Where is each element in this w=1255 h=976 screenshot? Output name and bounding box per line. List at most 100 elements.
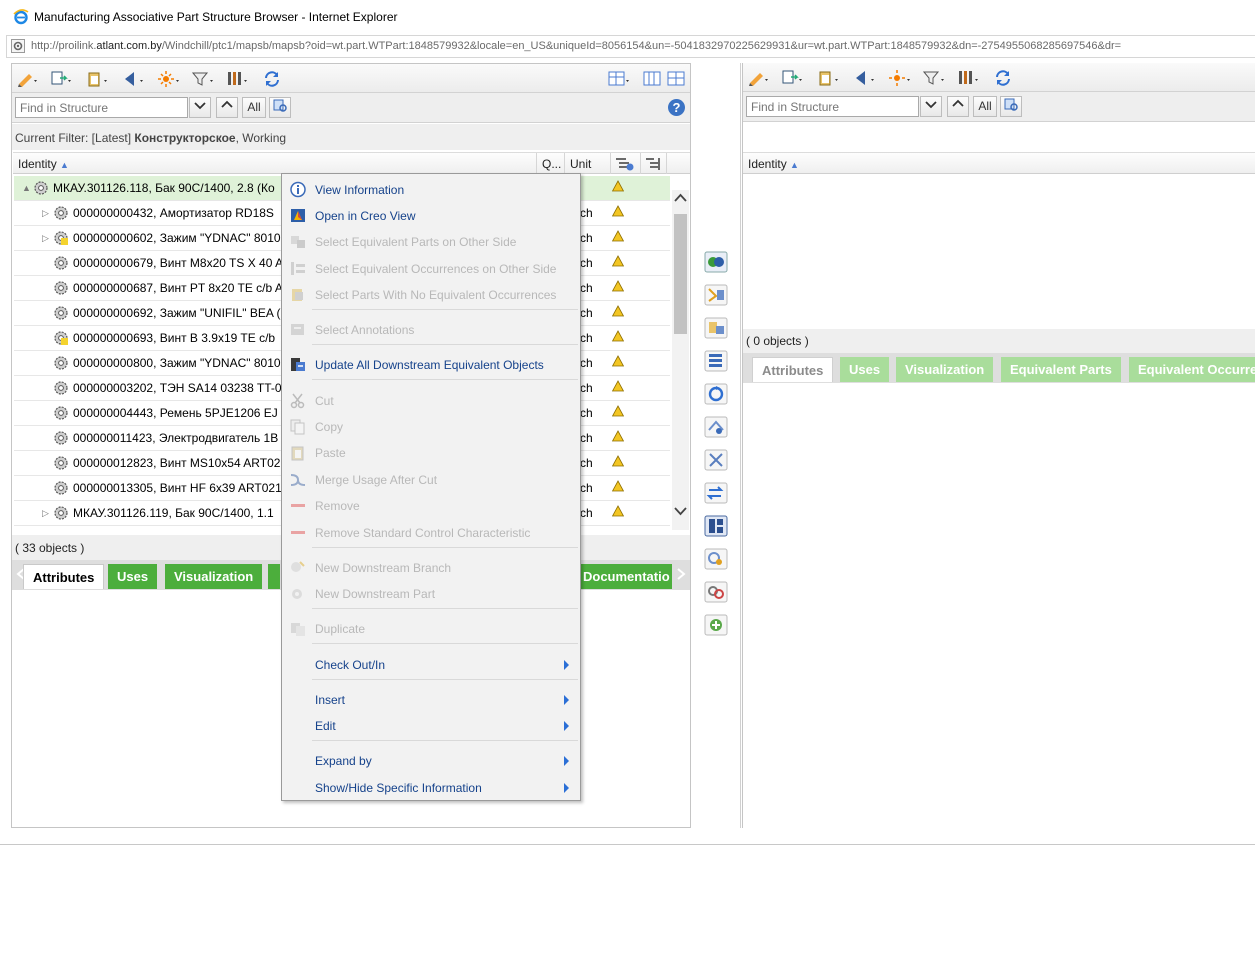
menu-new-downstream-branch[interactable]: New Downstream Branch bbox=[282, 554, 580, 580]
menu-remove-standard-control-characteristic[interactable]: Remove Standard Control Characteristic bbox=[282, 519, 580, 545]
tab-uses[interactable]: Uses bbox=[840, 357, 890, 382]
edit-pencil-icon[interactable] bbox=[747, 69, 769, 86]
configure-sun-icon[interactable] bbox=[889, 69, 911, 86]
transform-icon[interactable] bbox=[704, 482, 728, 504]
tab-equivalent-occurrences[interactable]: Equivalent Occurre bbox=[1129, 357, 1255, 382]
address-bar[interactable]: http://proilink.atlant.com.by/Windchill/… bbox=[6, 35, 1255, 58]
unit-column-header[interactable]: Unit bbox=[565, 153, 611, 174]
menu-select-parts-no-equivalent[interactable]: Select Parts With No Equivalent Occurren… bbox=[282, 281, 580, 307]
menu-remove[interactable]: Remove bbox=[282, 492, 580, 518]
generate-downstream-icon[interactable] bbox=[704, 515, 728, 537]
add-equivalent-link-icon[interactable] bbox=[704, 614, 728, 636]
insert-structure-icon[interactable] bbox=[781, 69, 803, 86]
menu-separator bbox=[312, 608, 578, 609]
edit-pencil-icon[interactable] bbox=[16, 70, 38, 87]
tab-attributes[interactable]: Attributes bbox=[752, 357, 834, 382]
scroll-down-icon[interactable] bbox=[674, 506, 687, 516]
tab-equivalent-parts[interactable]: Equivalent Parts bbox=[1001, 357, 1121, 382]
expand-icon[interactable]: ▷ bbox=[42, 233, 50, 243]
split-part-icon[interactable] bbox=[704, 449, 728, 471]
compare-column-header[interactable] bbox=[641, 153, 667, 174]
menu-check-out-in[interactable]: Check Out/In bbox=[282, 651, 580, 677]
menu-select-equivalent-occurrences[interactable]: Select Equivalent Occurrences on Other S… bbox=[282, 255, 580, 281]
page-gear-icon bbox=[11, 39, 25, 53]
tab-visualization[interactable]: Visualization bbox=[896, 357, 994, 382]
tools-icon[interactable] bbox=[226, 70, 248, 87]
clipboard-icon[interactable] bbox=[86, 70, 108, 87]
find-options-button[interactable] bbox=[1000, 96, 1022, 117]
warning-icon bbox=[612, 430, 624, 442]
layout-options-icon[interactable] bbox=[608, 70, 630, 87]
find-options-button[interactable] bbox=[269, 97, 291, 118]
menu-select-annotations[interactable]: Select Annotations bbox=[282, 316, 580, 342]
menu-insert[interactable]: Insert bbox=[282, 686, 580, 712]
remove-link-icon[interactable] bbox=[704, 581, 728, 603]
warning-icon bbox=[612, 505, 624, 517]
tab-documentation[interactable]: Documentatio bbox=[574, 564, 672, 589]
collapse-icon[interactable]: ▲ bbox=[22, 183, 31, 193]
part-gear-icon bbox=[54, 406, 68, 420]
vertical-scrollbar[interactable] bbox=[672, 190, 689, 530]
address-url[interactable]: http://proilink.atlant.com.by/Windchill/… bbox=[31, 40, 1121, 52]
menu-new-downstream-part[interactable]: New Downstream Part bbox=[282, 580, 580, 606]
help-icon[interactable]: ? bbox=[667, 98, 686, 117]
scrollbar-thumb[interactable] bbox=[674, 214, 687, 334]
find-all-button[interactable]: All bbox=[973, 96, 997, 117]
menu-update-downstream-equivalents[interactable]: Update All Downstream Equivalent Objects bbox=[282, 351, 580, 377]
scroll-up-icon[interactable] bbox=[674, 193, 687, 203]
expand-icon[interactable]: ▷ bbox=[42, 208, 50, 218]
left-find-row: All ? bbox=[12, 93, 690, 123]
columns-view-icon[interactable] bbox=[642, 70, 664, 87]
right-structure-pane: All Identity ▲ ( 0 objects ) Attributes … bbox=[742, 63, 1255, 828]
status-column-header[interactable] bbox=[611, 153, 641, 174]
menu-view-information[interactable]: View Information bbox=[282, 176, 580, 202]
copy-structure-icon[interactable] bbox=[704, 350, 728, 372]
refresh-icon[interactable] bbox=[262, 70, 284, 87]
tabs-scroll-right-icon[interactable] bbox=[676, 568, 686, 580]
find-equivalents-icon[interactable] bbox=[704, 548, 728, 570]
warning-icon bbox=[612, 180, 624, 192]
menu-show-hide-specific-information[interactable]: Show/Hide Specific Information bbox=[282, 774, 580, 800]
find-next-button[interactable] bbox=[920, 96, 942, 117]
find-in-structure-input[interactable] bbox=[746, 96, 919, 117]
clipboard-icon[interactable] bbox=[817, 69, 839, 86]
filter-funnel-icon[interactable] bbox=[923, 69, 945, 86]
menu-cut[interactable]: Cut bbox=[282, 387, 580, 413]
replace-part-icon[interactable] bbox=[704, 416, 728, 438]
synchronize-icon[interactable] bbox=[704, 383, 728, 405]
find-previous-button[interactable] bbox=[216, 97, 238, 118]
insert-structure-icon[interactable] bbox=[50, 70, 72, 87]
tab-hidden[interactable] bbox=[268, 564, 280, 589]
navigate-back-icon[interactable] bbox=[122, 70, 144, 87]
object-count: ( 0 objects ) bbox=[743, 329, 1255, 353]
tab-visualization[interactable]: Visualization bbox=[165, 564, 263, 589]
navigate-back-icon[interactable] bbox=[853, 69, 875, 86]
menu-select-equivalent-parts[interactable]: Select Equivalent Parts on Other Side bbox=[282, 228, 580, 254]
expand-icon[interactable]: ▷ bbox=[42, 508, 50, 518]
find-next-button[interactable] bbox=[189, 97, 211, 118]
align-structure-icon[interactable] bbox=[704, 284, 728, 306]
split-view-icon[interactable] bbox=[666, 70, 688, 87]
identity-column-header[interactable]: Identity ▲ bbox=[13, 153, 537, 174]
tab-attributes[interactable]: Attributes bbox=[23, 564, 105, 589]
quantity-column-header[interactable]: Q... bbox=[537, 153, 565, 174]
find-all-button[interactable]: All bbox=[242, 97, 266, 118]
identity-column-header[interactable]: Identity ▲ bbox=[743, 153, 1255, 174]
configure-sun-icon[interactable] bbox=[158, 70, 180, 87]
refresh-icon[interactable] bbox=[993, 69, 1015, 86]
new-part-icon bbox=[292, 589, 302, 599]
paste-as-downstream-icon[interactable] bbox=[704, 317, 728, 339]
menu-edit[interactable]: Edit bbox=[282, 712, 580, 738]
menu-copy[interactable]: Copy bbox=[282, 413, 580, 439]
find-previous-button[interactable] bbox=[947, 96, 969, 117]
menu-expand-by[interactable]: Expand by bbox=[282, 747, 580, 773]
compare-toggle-icon[interactable] bbox=[704, 251, 728, 273]
find-in-structure-input[interactable] bbox=[15, 97, 188, 118]
menu-paste[interactable]: Paste bbox=[282, 439, 580, 465]
tools-icon[interactable] bbox=[957, 69, 979, 86]
menu-merge-usage-after-cut[interactable]: Merge Usage After Cut bbox=[282, 466, 580, 492]
filter-funnel-icon[interactable] bbox=[192, 70, 214, 87]
tab-uses[interactable]: Uses bbox=[108, 564, 158, 589]
menu-duplicate[interactable]: Duplicate bbox=[282, 615, 580, 641]
menu-open-in-creo-view[interactable]: Open in Creo View bbox=[282, 202, 580, 228]
